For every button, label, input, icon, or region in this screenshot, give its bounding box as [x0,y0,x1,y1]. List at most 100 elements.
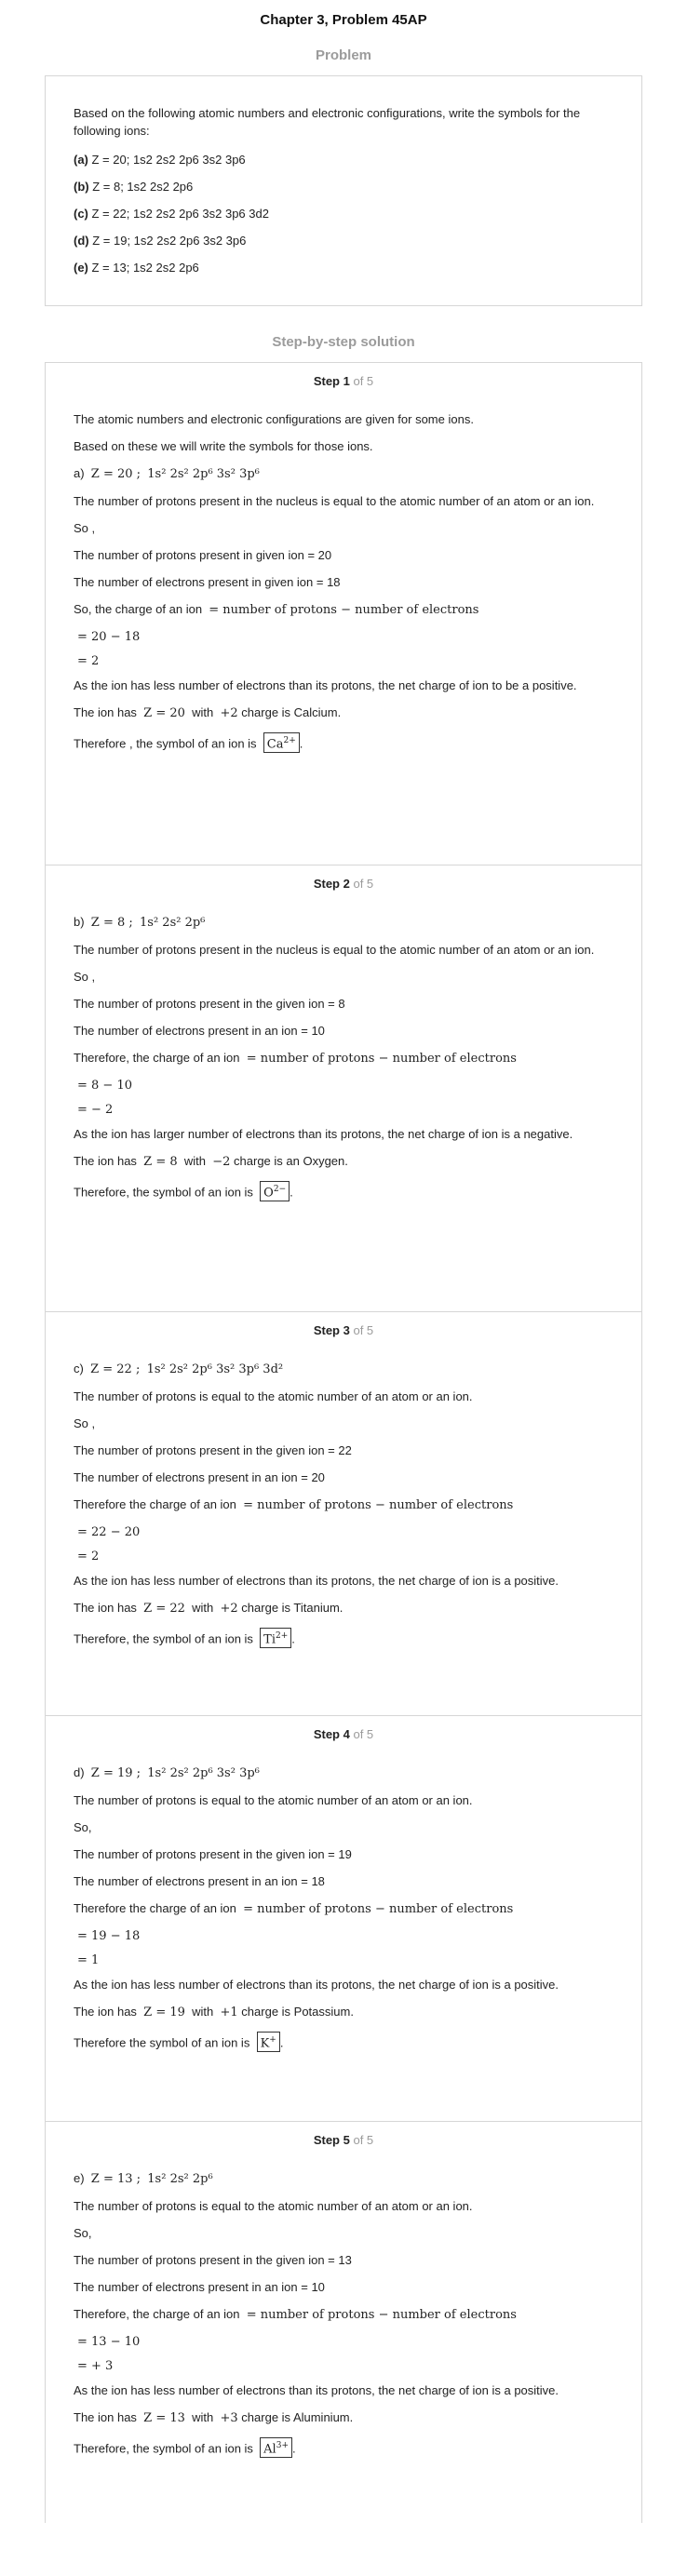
step-content: c) Z = 22 ; 1s² 2s² 2p⁶ 3s² 3p⁶ 3d² The n… [46,1351,641,1649]
step-header: Step 5 of 5 [46,2122,641,2161]
proton-count: The number of protons present in the giv… [74,2253,352,2267]
item-text: Z = 20; 1s2 2s2 2p6 3s2 3p6 [88,153,246,167]
z-value: Z = 19 ; [90,1766,141,1780]
part-header: e) Z = 13 ; 1s² 2s² 2p⁶ [74,2170,613,2188]
explanation: The number of protons is equal to the at… [74,2199,473,2213]
part-label: c) [74,1362,84,1375]
step-content: e) Z = 13 ; 1s² 2s² 2p⁶ The number of pro… [46,2161,641,2459]
item-text: Z = 19; 1s2 2s2 2p6 3s2 3p6 [88,234,247,248]
ion-superscript: 3+ [276,2441,289,2450]
electron-count: The number of electrons present in given… [74,575,341,589]
explanation: The number of protons present in the nuc… [74,943,595,957]
part-label: b) [74,915,85,929]
electron-config: 1s² 2s² 2p⁶ [140,916,206,930]
ion-symbol: O [263,1186,274,1201]
ion-z: Z = 20 [143,706,185,720]
conclusion: As the ion has less number of electrons … [74,1978,559,1992]
item-label: (a) [74,153,88,167]
step-label: Step 5 [313,2133,350,2147]
charge-line: Therefore the charge of an ion = number … [74,1496,613,1514]
ion-symbol-line: Therefore, the symbol of an ion is Al3+. [74,2437,613,2459]
with-text: with [192,1601,214,1615]
answer-box: Ti2+ [260,1628,292,1649]
ion-symbol: Ca [266,737,284,752]
explanation: The number of protons present in the nuc… [74,494,595,508]
ion-identity: The ion has Z = 20 with +2 charge is Cal… [74,704,613,722]
equation-result: = 2 [77,1550,100,1563]
electron-count: The number of electrons present in an io… [74,1024,325,1038]
part-header: c) Z = 22 ; 1s² 2s² 2p⁶ 3s² 3p⁶ 3d² [74,1361,613,1378]
explanation: So , [74,521,96,535]
ion-charge: +3 [220,2411,238,2425]
symbol-text: Therefore , the symbol of an ion is [74,736,257,751]
part-label: d) [74,1765,85,1779]
with-text: with [192,705,214,719]
part-label: a) [74,466,85,480]
item-label: (b) [74,180,89,194]
step-header: Step 4 of 5 [46,1716,641,1755]
step-label: Step 2 [313,877,350,891]
ion-name: charge is Potassium. [241,2005,354,2019]
step-count: of 5 [353,1323,374,1337]
explanation: The number of protons is equal to the at… [74,1793,473,1807]
step-count: of 5 [353,1727,374,1741]
charge-formula: = number of protons − number of electron… [246,2308,517,2322]
item-text: Z = 13; 1s2 2s2 2p6 [88,261,199,275]
explanation: So, [74,2226,92,2240]
electron-count: The number of electrons present in an io… [74,2280,325,2294]
step-content: d) Z = 19 ; 1s² 2s² 2p⁶ 3s² 3p⁶ The numbe… [46,1755,641,2053]
conclusion: As the ion has less number of electrons … [74,678,577,692]
step-card: Step 3 of 5 c) Z = 22 ; 1s² 2s² 2p⁶ 3s² 3… [45,1311,642,1715]
ion-charge: −2 [212,1155,231,1169]
step-header: Step 1 of 5 [46,363,641,402]
ion-symbol-line: Therefore the symbol of an ion is K+. [74,2032,613,2053]
charge-line: Therefore, the charge of an ion = number… [74,2306,613,2324]
charge-formula: = number of protons − number of electron… [246,1052,517,1066]
with-text: with [192,2005,214,2019]
z-value: Z = 22 ; [90,1362,141,1376]
problem-item: (e) Z = 13; 1s2 2s2 2p6 [74,260,613,276]
problem-item: (d) Z = 19; 1s2 2s2 2p6 3s2 3p6 [74,233,613,249]
ion-z: Z = 22 [143,1602,185,1616]
ion-superscript: 2+ [276,1631,289,1641]
conclusion: As the ion has less number of electrons … [74,1574,559,1588]
electron-config: 1s² 2s² 2p⁶ 3s² 3p⁶ 3d² [146,1362,284,1376]
step-intro: Based on these we will write the symbols… [74,439,373,453]
ion-name: charge is Calcium. [241,705,342,719]
page-title: Chapter 3, Problem 45AP [260,12,427,28]
step-count: of 5 [353,374,374,388]
ion-has-text: The ion has [74,2005,137,2019]
ion-identity: The ion has Z = 22 with +2 charge is Tit… [74,1600,613,1617]
step-label: Step 1 [313,374,350,388]
electron-config: 1s² 2s² 2p⁶ 3s² 3p⁶ [147,1766,260,1780]
electron-count: The number of electrons present in an io… [74,1470,325,1484]
ion-symbol: K [260,2036,270,2051]
equation-line: = 8 − 10 [77,1079,132,1093]
with-text: with [192,2410,214,2424]
ion-has-text: The ion has [74,705,137,719]
equation-line: = 19 − 18 [77,1929,141,1943]
problem-heading: Problem [315,47,371,63]
electron-config: 1s² 2s² 2p⁶ 3s² 3p⁶ [147,467,260,481]
explanation: So, [74,1820,92,1834]
answer-box: O2− [260,1181,290,1202]
part-header: a) Z = 20 ; 1s² 2s² 2p⁶ 3s² 3p⁶ [74,465,613,483]
problem-item: (c) Z = 22; 1s2 2s2 2p6 3s2 3p6 3d2 [74,206,613,222]
step-label: Step 4 [313,1727,350,1741]
problem-item: (a) Z = 20; 1s2 2s2 2p6 3s2 3p6 [74,152,613,168]
explanation: The number of protons is equal to the at… [74,1389,473,1403]
step-content: b) Z = 8 ; 1s² 2s² 2p⁶ The number of prot… [46,905,641,1202]
problem-intro: Based on the following atomic numbers an… [74,106,581,138]
ion-charge: +2 [220,1602,238,1616]
ion-symbol-line: Therefore, the symbol of an ion is O2−. [74,1181,613,1202]
solution-heading: Step-by-step solution [272,334,415,350]
step-card: Step 2 of 5 b) Z = 8 ; 1s² 2s² 2p⁶ The num… [45,865,642,1311]
item-text: Z = 8; 1s2 2s2 2p6 [88,180,194,194]
proton-count: The number of protons present in the giv… [74,1847,352,1861]
ion-charge: +1 [220,2006,238,2019]
step-count: of 5 [353,877,374,891]
step-count: of 5 [353,2133,374,2147]
item-label: (e) [74,261,88,275]
equation-line: = 13 − 10 [77,2335,141,2349]
step-card: Step 1 of 5 The atomic numbers and electr… [45,362,642,865]
